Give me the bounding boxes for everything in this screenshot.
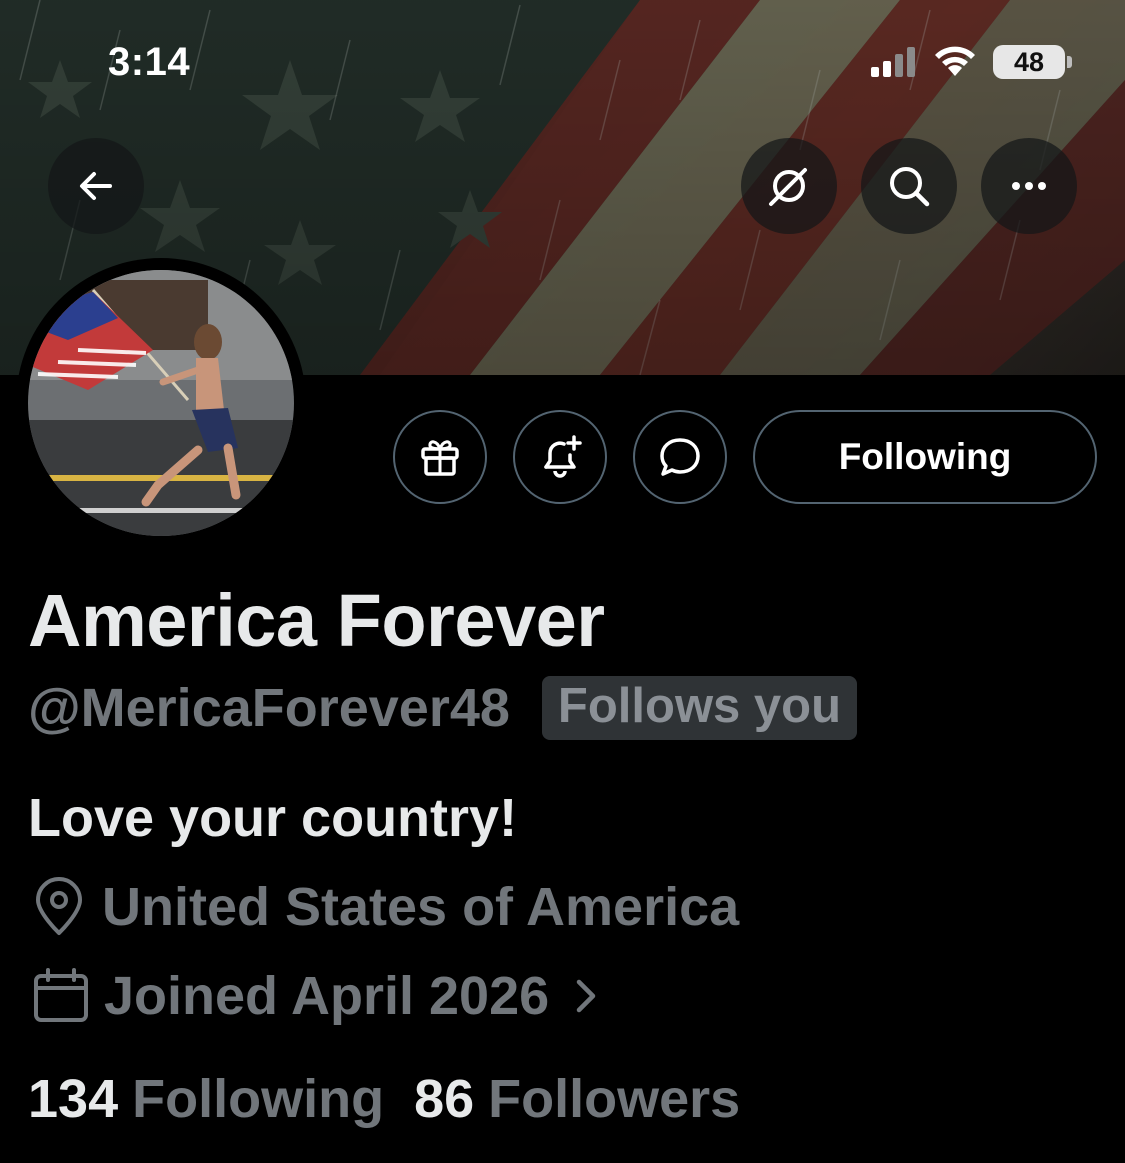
- status-indicators: 48: [871, 40, 1072, 84]
- handle-row: @MericaForever48 Follows you: [28, 676, 858, 740]
- location: United States of America: [30, 876, 739, 938]
- joined-date[interactable]: Joined April 2026: [30, 965, 601, 1027]
- message-icon: [660, 438, 700, 476]
- battery-icon: 48: [993, 45, 1072, 79]
- following-button[interactable]: Following: [753, 410, 1097, 504]
- search-button[interactable]: [861, 138, 957, 234]
- status-time: 3:14: [108, 40, 191, 84]
- following-label: Following: [132, 1069, 385, 1129]
- following-stat[interactable]: 134 Following: [28, 1068, 384, 1130]
- avatar-image: [28, 270, 294, 536]
- calendar-icon: [34, 968, 88, 1022]
- followers-stat[interactable]: 86 Followers: [414, 1068, 740, 1130]
- follows-you-badge: Follows you: [541, 676, 858, 740]
- message-button[interactable]: [633, 410, 727, 504]
- joined-text: Joined April 2026: [104, 966, 550, 1026]
- gift-icon: [421, 440, 459, 476]
- following-count: 134: [28, 1069, 119, 1129]
- search-icon: [890, 167, 930, 207]
- more-icon: [1012, 182, 1046, 190]
- back-button[interactable]: [48, 138, 144, 234]
- gift-button[interactable]: [393, 410, 487, 504]
- followers-label: Followers: [488, 1069, 741, 1129]
- notifications-button[interactable]: [513, 410, 607, 504]
- location-text: United States of America: [102, 877, 740, 937]
- display-name: America Forever: [28, 579, 605, 662]
- followers-count: 86: [414, 1069, 475, 1129]
- bio: Love your country!: [28, 788, 518, 848]
- notification-bell-icon: [544, 435, 582, 478]
- grok-icon: [769, 168, 807, 206]
- back-arrow-icon: [80, 172, 112, 200]
- handle: @MericaForever48: [28, 678, 510, 738]
- avatar[interactable]: [16, 258, 306, 548]
- location-pin-icon: [36, 877, 82, 935]
- wifi-icon: [935, 46, 975, 76]
- grok-button[interactable]: [741, 138, 837, 234]
- more-button[interactable]: [981, 138, 1077, 234]
- cellular-signal-icon: [871, 47, 915, 77]
- chevron-right-icon: [576, 979, 596, 1013]
- follow-stats: 134 Following 86 Followers: [28, 1068, 740, 1130]
